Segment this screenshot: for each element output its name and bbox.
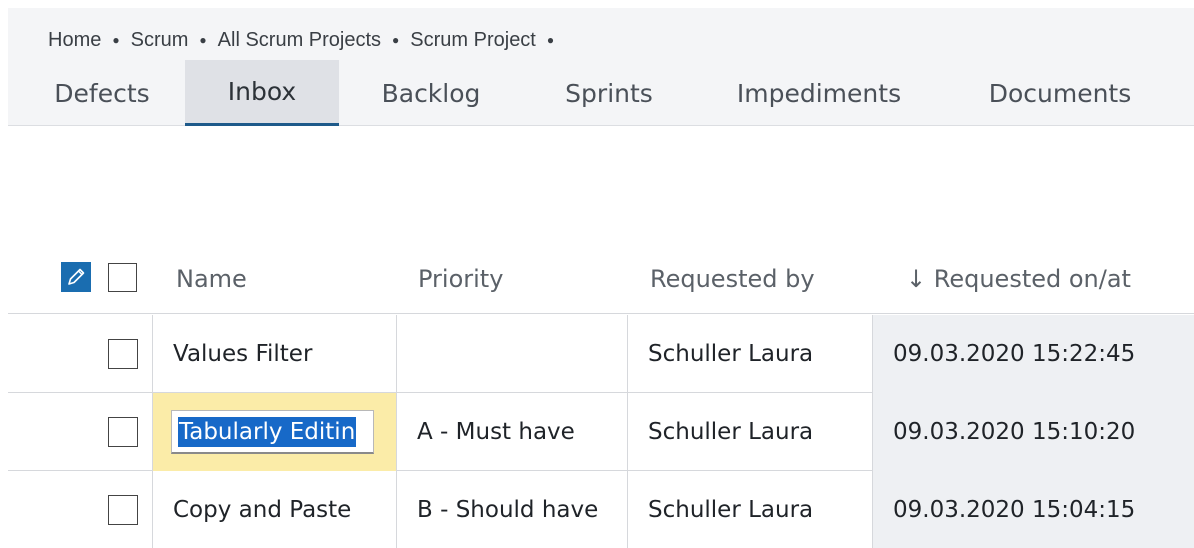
tab-backlog[interactable]: Backlog <box>368 60 494 126</box>
row-checkbox[interactable] <box>108 417 138 447</box>
cell-requested-on[interactable]: 09.03.2020 15:04:15 <box>872 471 1194 548</box>
breadcrumb: Home ● Scrum ● All Scrum Projects ● Scru… <box>48 28 565 52</box>
cell-name[interactable]: Copy and Paste <box>152 471 396 548</box>
cell-requested-on[interactable]: 09.03.2020 15:22:45 <box>872 315 1194 393</box>
name-edit-input[interactable]: Tabularly Editin <box>171 410 374 454</box>
column-header-requested-on[interactable]: ↓ Requested on/at <box>906 264 1131 294</box>
breadcrumb-scrum-project[interactable]: Scrum Project <box>410 29 536 52</box>
header: Home ● Scrum ● All Scrum Projects ● Scru… <box>8 8 1194 126</box>
cell-name[interactable]: Values Filter <box>152 315 396 393</box>
row-checkbox[interactable] <box>108 495 138 525</box>
cell-requested-by[interactable]: Schuller Laura <box>627 393 872 471</box>
cell-requested-by[interactable]: Schuller Laura <box>627 315 872 393</box>
selected-text: Tabularly Editin <box>178 416 357 447</box>
breadcrumb-all-scrum-projects[interactable]: All Scrum Projects <box>218 29 381 52</box>
cell-priority[interactable]: A - Must have <box>396 393 627 471</box>
select-all-checkbox[interactable] <box>108 263 137 292</box>
breadcrumb-separator: ● <box>546 33 555 47</box>
row-checkbox[interactable] <box>108 339 138 369</box>
breadcrumb-home[interactable]: Home <box>48 29 101 52</box>
cell-name-editing[interactable]: Tabularly Editin <box>152 393 396 471</box>
tab-documents[interactable]: Documents <box>973 60 1147 126</box>
table-row[interactable]: Tabularly Editin A - Must have Schuller … <box>8 393 1194 471</box>
breadcrumb-separator: ● <box>199 33 207 47</box>
cell-requested-on[interactable]: 09.03.2020 15:10:20 <box>872 393 1194 471</box>
tab-bar: Defects Inbox Backlog Sprints Impediment… <box>8 60 1194 126</box>
column-header-requested-by[interactable]: Requested by <box>650 264 815 294</box>
cell-priority[interactable]: B - Should have <box>396 471 627 548</box>
breadcrumb-scrum[interactable]: Scrum <box>131 29 189 52</box>
table-row[interactable]: Copy and Paste B - Should have Schuller … <box>8 471 1194 548</box>
tab-inbox[interactable]: Inbox <box>185 60 339 126</box>
tab-defects[interactable]: Defects <box>38 60 166 126</box>
tab-sprints[interactable]: Sprints <box>542 60 676 126</box>
table-header: Name Priority Requested by ↓ Requested o… <box>8 246 1194 314</box>
breadcrumb-separator: ● <box>392 33 400 47</box>
pencil-icon[interactable] <box>61 262 91 292</box>
breadcrumb-separator: ● <box>112 33 120 47</box>
cell-priority[interactable] <box>396 315 627 393</box>
column-header-name[interactable]: Name <box>176 264 247 294</box>
tab-impediments[interactable]: Impediments <box>720 60 918 126</box>
cell-requested-by[interactable]: Schuller Laura <box>627 471 872 548</box>
page: Home ● Scrum ● All Scrum Projects ● Scru… <box>0 0 1194 548</box>
column-header-priority[interactable]: Priority <box>418 264 503 294</box>
table-row[interactable]: Values Filter Schuller Laura 09.03.2020 … <box>8 315 1194 393</box>
